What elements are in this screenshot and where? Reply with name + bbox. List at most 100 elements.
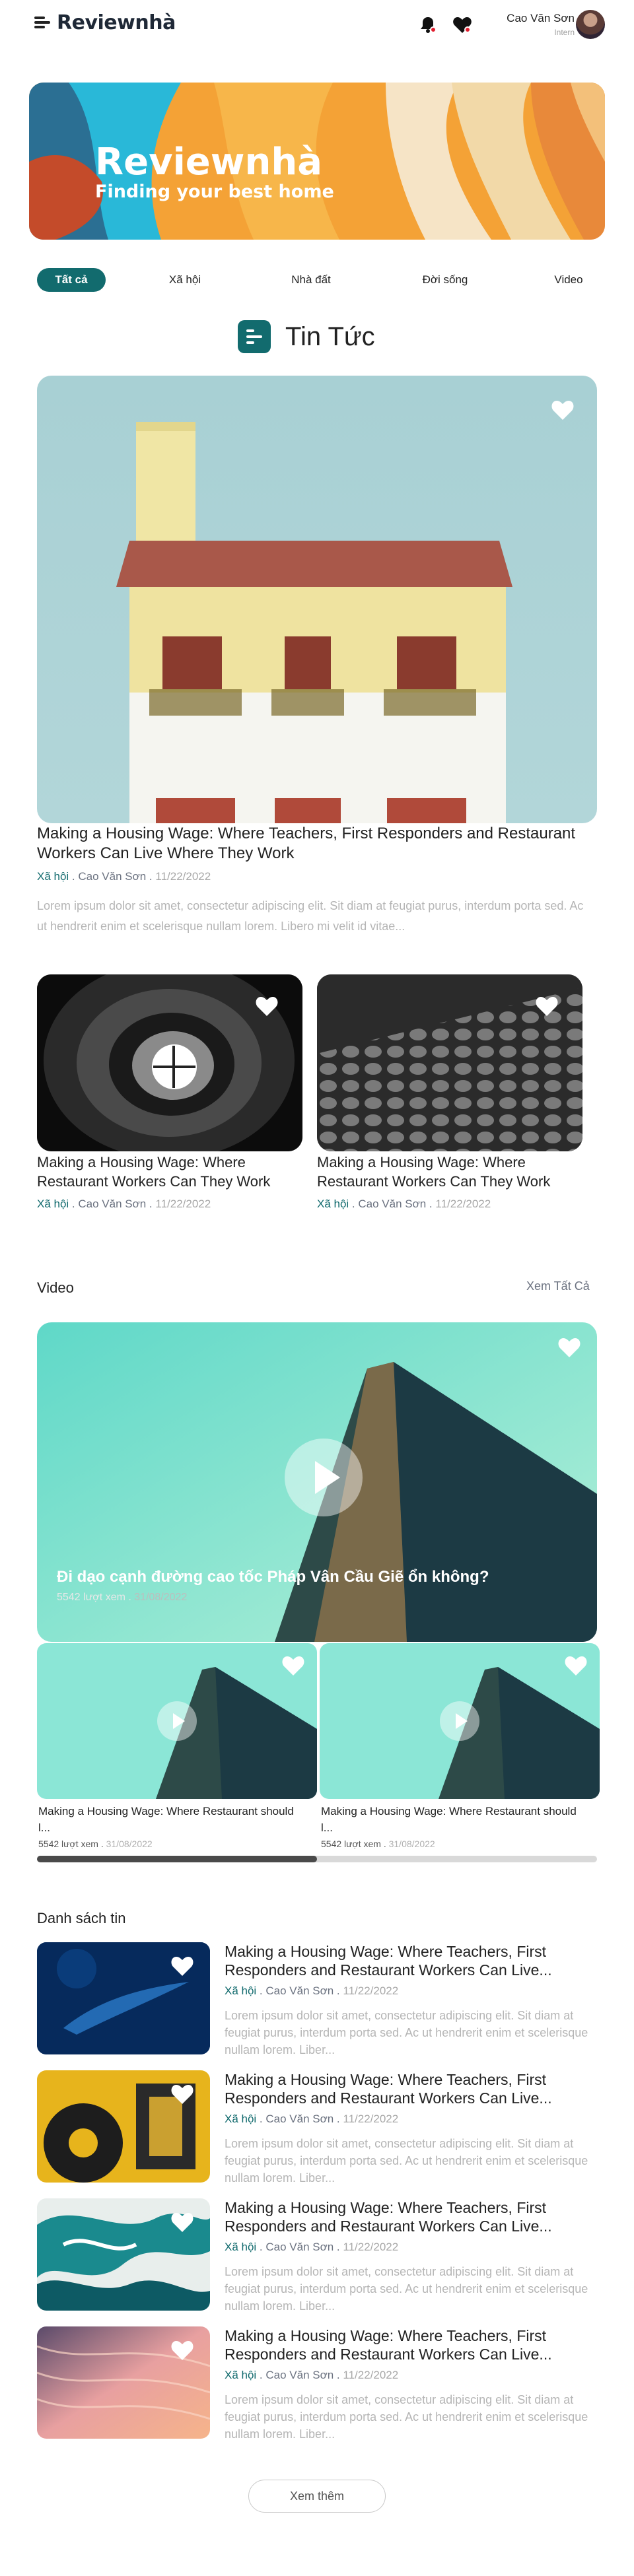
list-item-meta: Xã hội . Cao Văn Sơn . 11/22/2022 — [225, 1984, 399, 1997]
play-icon — [173, 1713, 185, 1729]
list-item-title[interactable]: Making a Housing Wage: Where Teachers, F… — [225, 2198, 594, 2235]
list-section-title: Danh sách tin — [37, 1910, 126, 1926]
list-item-image[interactable] — [37, 2198, 210, 2311]
favorite-heart-icon[interactable] — [169, 1953, 195, 1979]
tab-all[interactable]: Tất cả — [37, 268, 106, 292]
user-name: Cao Văn Sơn — [507, 12, 575, 24]
play-icon — [456, 1713, 468, 1729]
favorite-heart-icon[interactable] — [280, 1652, 306, 1679]
article-date: 11/22/2022 — [435, 1198, 491, 1210]
list-item-excerpt: Lorem ipsum dolor sit amet, consectetur … — [225, 2009, 588, 2056]
article-date: 11/22/2022 — [343, 2241, 399, 2253]
list-item-excerpt: Lorem ipsum dolor sit amet, consectetur … — [225, 2137, 588, 2185]
article-date: 11/22/2022 — [343, 1984, 399, 1997]
menu-icon[interactable] — [34, 15, 50, 30]
tab-life[interactable]: Đời sống — [412, 268, 478, 292]
article-category[interactable]: Xã hội — [225, 2369, 256, 2381]
tab-video[interactable]: Video — [546, 268, 592, 292]
favorites-badge — [464, 26, 471, 33]
list-item-meta: Xã hội . Cao Văn Sơn . 11/22/2022 — [225, 2241, 399, 2253]
article-category[interactable]: Xã hội — [225, 2241, 256, 2253]
play-button[interactable] — [440, 1701, 479, 1741]
notification-dot — [430, 26, 437, 33]
article-category[interactable]: Xã hội — [317, 1198, 349, 1210]
list-item-title[interactable]: Making a Housing Wage: Where Teachers, F… — [225, 2070, 594, 2107]
video-small-title[interactable]: Making a Housing Wage: Where Restaurant … — [38, 1803, 302, 1836]
article-image[interactable] — [37, 974, 302, 1151]
feature-article-meta: Xã hội . Cao Văn Sơn . 11/22/2022 — [37, 870, 211, 883]
play-button[interactable] — [285, 1439, 363, 1516]
list-item[interactable]: Making a Housing Wage: Where Teachers, F… — [37, 2070, 597, 2185]
avatar[interactable] — [576, 10, 605, 39]
list-item-title[interactable]: Making a Housing Wage: Where Teachers, F… — [225, 2326, 594, 2363]
article-author: Cao Văn Sơn — [265, 2241, 334, 2253]
user-info[interactable]: Cao Văn Sơn Intern — [507, 12, 575, 37]
list-item-meta: Xã hội . Cao Văn Sơn . 11/22/2022 — [225, 2113, 399, 2125]
video-thumbnail[interactable] — [320, 1643, 600, 1799]
banner-title: Reviewnhà — [95, 141, 323, 184]
favorites-heart-icon[interactable] — [452, 15, 473, 36]
house-illustration — [116, 422, 512, 823]
logo-text: Reviewnhà — [57, 11, 176, 34]
video-section-title: Video — [37, 1279, 74, 1296]
article-category[interactable]: Xã hội — [37, 870, 69, 883]
tab-society[interactable]: Xã hội — [158, 268, 211, 292]
article-author: Cao Văn Sơn — [78, 870, 147, 883]
video-date: 31/08/2022 — [134, 1592, 188, 1603]
feature-article-title[interactable]: Making a Housing Wage: Where Teachers, F… — [37, 824, 579, 864]
list-item-image[interactable] — [37, 1942, 210, 2054]
list-item-excerpt: Lorem ipsum dolor sit amet, consectetur … — [225, 2265, 588, 2313]
list-item-image[interactable] — [37, 2326, 210, 2439]
logo[interactable]: Reviewnhà — [34, 9, 176, 36]
list-item[interactable]: Making a Housing Wage: Where Teachers, F… — [37, 2326, 597, 2441]
video-small-meta: 5542 lượt xem . 31/08/2022 — [321, 1839, 435, 1849]
favorite-heart-icon[interactable] — [169, 2209, 195, 2235]
article-image[interactable] — [317, 974, 582, 1151]
favorite-heart-icon[interactable] — [169, 2337, 195, 2363]
list-item-title[interactable]: Making a Housing Wage: Where Teachers, F… — [225, 1942, 594, 1979]
load-more-button[interactable]: Xem thêm — [248, 2480, 386, 2513]
article-title[interactable]: Making a Housing Wage: Where Restaurant … — [317, 1153, 594, 1191]
category-tabs: Tất cả Xã hội Nhà đất Đời sống Video — [37, 268, 592, 292]
favorite-heart-icon[interactable] — [556, 1334, 582, 1361]
list-item-image[interactable] — [37, 2070, 210, 2183]
article-category[interactable]: Xã hội — [37, 1198, 69, 1210]
video-views: 5542 lượt xem — [57, 1592, 125, 1603]
favorite-heart-icon[interactable] — [169, 2081, 195, 2107]
bell-icon[interactable] — [417, 15, 439, 36]
article-author: Cao Văn Sơn — [358, 1198, 427, 1210]
scrollbar-thumb[interactable] — [37, 1856, 317, 1862]
news-icon — [238, 320, 271, 353]
video-player-main[interactable]: Đi dạo cạnh đường cao tốc Pháp Vân Cầu G… — [37, 1322, 597, 1642]
see-all-link[interactable]: Xem Tất Cả — [526, 1279, 590, 1293]
list-item-meta: Xã hội . Cao Văn Sơn . 11/22/2022 — [225, 2369, 399, 2381]
article-title[interactable]: Making a Housing Wage: Where Restaurant … — [37, 1153, 308, 1191]
video-carousel-scrollbar[interactable] — [37, 1856, 597, 1862]
list-item[interactable]: Making a Housing Wage: Where Teachers, F… — [37, 1942, 597, 2056]
banner-subtitle: Finding your best home — [95, 182, 334, 202]
article-author: Cao Văn Sơn — [265, 2113, 334, 2125]
favorite-heart-icon[interactable] — [563, 1652, 589, 1679]
video-meta: 5542 lượt xem . 31/08/2022 — [57, 1592, 188, 1603]
hero-banner: Reviewnhà Finding your best home — [29, 83, 605, 240]
video-title[interactable]: Đi dạo cạnh đường cao tốc Pháp Vân Cầu G… — [57, 1568, 489, 1586]
video-thumbnail[interactable] — [37, 1643, 317, 1799]
video-date: 31/08/2022 — [106, 1839, 153, 1849]
tab-real-estate[interactable]: Nhà đất — [281, 268, 341, 292]
feature-article-image[interactable] — [37, 376, 597, 823]
play-button[interactable] — [157, 1701, 197, 1741]
play-icon — [315, 1461, 340, 1494]
article-category[interactable]: Xã hội — [225, 1984, 256, 1997]
user-role: Intern — [554, 28, 575, 37]
video-small-title[interactable]: Making a Housing Wage: Where Restaurant … — [321, 1803, 585, 1836]
favorite-heart-icon[interactable] — [549, 397, 576, 423]
favorite-heart-icon[interactable] — [254, 993, 280, 1019]
article-date: 11/22/2022 — [155, 1198, 211, 1210]
favorite-heart-icon[interactable] — [534, 993, 560, 1019]
list-item-excerpt: Lorem ipsum dolor sit amet, consectetur … — [225, 2393, 588, 2441]
article-meta: Xã hội . Cao Văn Sơn . 11/22/2022 — [317, 1198, 491, 1210]
news-title: Tin Tức — [285, 322, 375, 351]
article-category[interactable]: Xã hội — [225, 2113, 256, 2125]
list-item[interactable]: Making a Housing Wage: Where Teachers, F… — [37, 2198, 597, 2313]
article-meta: Xã hội . Cao Văn Sơn . 11/22/2022 — [37, 1198, 211, 1210]
